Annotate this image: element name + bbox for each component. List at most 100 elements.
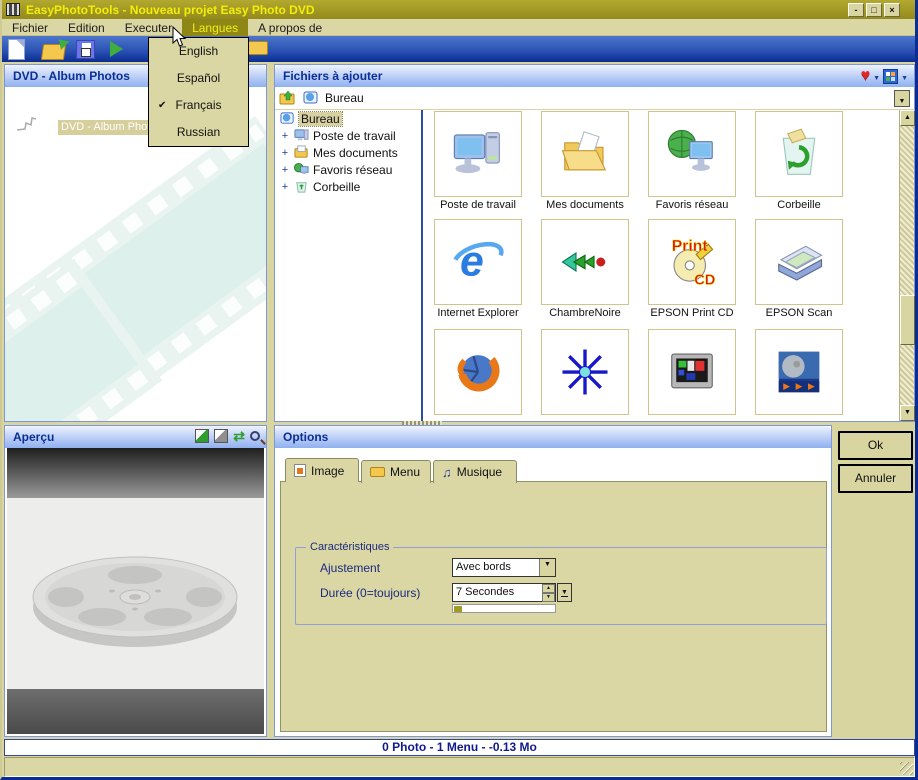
ajustement-value: Avec bords [456, 561, 511, 573]
svg-text:CD: CD [694, 273, 715, 289]
tree-item-label: Mes documents [313, 146, 398, 160]
toolbar [2, 36, 918, 62]
scroll-up-icon[interactable]: ▲ [900, 110, 915, 126]
file-item-label: Poste de travail [428, 199, 528, 211]
files-panel-header: Fichiers à ajouter [275, 65, 914, 87]
file-item[interactable]: Corbeille [749, 111, 849, 211]
menu-a-propos-de[interactable]: A propos de [248, 19, 332, 36]
save-icon[interactable] [76, 40, 95, 59]
menu-item-espanol[interactable]: Español [149, 65, 248, 92]
duree-dropdown-button[interactable] [557, 583, 572, 602]
menu-item-english[interactable]: English [149, 38, 248, 65]
ajustement-combo[interactable]: Avec bords [452, 558, 556, 577]
tab-musique[interactable]: Musique [433, 460, 517, 483]
play-icon[interactable] [110, 41, 123, 57]
refresh-icon[interactable]: ⇄ [233, 429, 245, 443]
tree-item-corbeille[interactable]: + Corbeille [275, 178, 421, 195]
maximize-button[interactable]: □ [866, 3, 882, 17]
photo-viewer-icon [772, 345, 826, 399]
preview-viewport[interactable] [7, 448, 264, 734]
file-item[interactable]: Mes documents [535, 111, 635, 211]
spin-up-icon[interactable]: ▲ [542, 584, 555, 593]
path-dropdown-button[interactable] [894, 90, 910, 107]
menu-item-francais[interactable]: ✔ Français [149, 92, 248, 119]
file-item[interactable]: Poste de travail [428, 111, 528, 211]
new-document-icon[interactable] [8, 39, 25, 60]
scroll-down-icon[interactable]: ▼ [900, 405, 915, 421]
duree-spinner[interactable]: 7 Secondes ▲▼ [452, 583, 556, 602]
trackbar-thumb[interactable] [454, 606, 462, 612]
menu-item-label: Français [175, 98, 221, 112]
favorites-heart-icon[interactable] [861, 67, 871, 85]
options-panel: Options Image Menu Musique Caractéristiq… [274, 425, 832, 737]
album-panel-title: DVD - Album Photos [13, 69, 130, 83]
window-title: EasyPhotoTools - Nouveau projet Easy Pho… [26, 3, 315, 17]
status-bar: 0 Photo - 1 Menu - -0.13 Mo [4, 739, 915, 756]
internet-explorer-icon: e [451, 235, 505, 289]
tab-image[interactable]: Image [285, 458, 359, 482]
file-item[interactable] [535, 329, 635, 417]
file-item[interactable]: e Internet Explorer [428, 219, 528, 319]
zoom-icon[interactable] [250, 431, 260, 441]
scrollbar-thumb[interactable] [900, 295, 915, 345]
ok-button[interactable]: Ok [838, 431, 913, 460]
menu-langues[interactable]: Langues [182, 19, 248, 36]
window-controls: - □ × [848, 3, 900, 17]
open-project-icon[interactable] [42, 38, 66, 60]
check-icon: ✔ [158, 92, 166, 119]
options-panel-header: Options [275, 426, 831, 448]
tree-item-label: Corbeille [313, 180, 360, 194]
file-item-label: EPSON Print CD [642, 307, 742, 319]
tree-item-poste-de-travail[interactable]: + Poste de travail [275, 127, 421, 144]
caracteristiques-group: Caractéristiques Ajustement Avec bords D… [295, 547, 827, 625]
file-item[interactable] [428, 329, 528, 417]
minimize-button[interactable]: - [848, 3, 864, 17]
menu-bar: Fichier Edition Executer Langues A propo… [2, 19, 918, 36]
menu-edition[interactable]: Edition [58, 19, 115, 36]
app-icon [6, 3, 20, 16]
bottom-strip [4, 757, 915, 777]
tree-item-favoris-reseau[interactable]: + Favoris réseau [275, 161, 421, 178]
favorites-dropdown-icon[interactable] [873, 69, 880, 83]
options-tab-page: Caractéristiques Ajustement Avec bords D… [280, 481, 827, 732]
tree-item-bureau[interactable]: Bureau [275, 110, 421, 127]
file-item[interactable]: ChambreNoire [535, 219, 635, 319]
letterbox-top [7, 448, 264, 498]
tree-item-label: Poste de travail [313, 129, 396, 143]
chevron-down-icon[interactable] [539, 559, 555, 576]
resize-grip[interactable] [900, 762, 913, 775]
fit-image-icon[interactable] [195, 429, 209, 443]
file-item[interactable]: Favoris réseau [642, 111, 742, 211]
tab-label: Menu [390, 465, 420, 479]
splitter-grip[interactable] [402, 421, 442, 425]
tree-expand-icon[interactable]: + [280, 181, 290, 193]
file-item-label: Corbeille [749, 199, 849, 211]
file-item[interactable] [749, 329, 849, 417]
close-button[interactable]: × [884, 3, 900, 17]
folder-up-icon[interactable] [279, 89, 297, 107]
preview-panel-title: Aperçu [13, 430, 54, 444]
path-location: Bureau [325, 91, 364, 105]
tab-menu[interactable]: Menu [361, 460, 431, 483]
album-title-overlay[interactable]: DVD - Album Photos [58, 120, 155, 135]
view-mode-icon[interactable] [883, 69, 898, 84]
tree-item-mes-documents[interactable]: + Mes documents [275, 144, 421, 161]
view-mode-dropdown-icon[interactable] [901, 69, 908, 83]
spin-down-icon[interactable]: ▼ [542, 593, 555, 602]
tree-expand-icon[interactable]: + [280, 164, 290, 176]
cancel-button[interactable]: Annuler [838, 464, 913, 493]
file-item[interactable]: EPSON Scan [749, 219, 849, 319]
recycle-bin-icon [294, 179, 309, 194]
menu-item-russian[interactable]: Russian [149, 119, 248, 146]
tree-expand-icon[interactable]: + [280, 130, 290, 142]
files-scrollbar[interactable]: ▲ ▼ [899, 110, 914, 421]
original-size-icon[interactable] [214, 429, 228, 443]
preview-panel-header: Aperçu ⇄ [5, 426, 266, 448]
file-item[interactable]: Print CD EPSON Print CD [642, 219, 742, 319]
tab-label: Image [311, 464, 344, 478]
menu-fichier[interactable]: Fichier [2, 19, 58, 36]
file-item[interactable] [642, 329, 742, 417]
tree-expand-icon[interactable]: + [280, 147, 290, 159]
path-bar: Bureau [275, 87, 914, 110]
duree-trackbar[interactable] [452, 604, 556, 613]
